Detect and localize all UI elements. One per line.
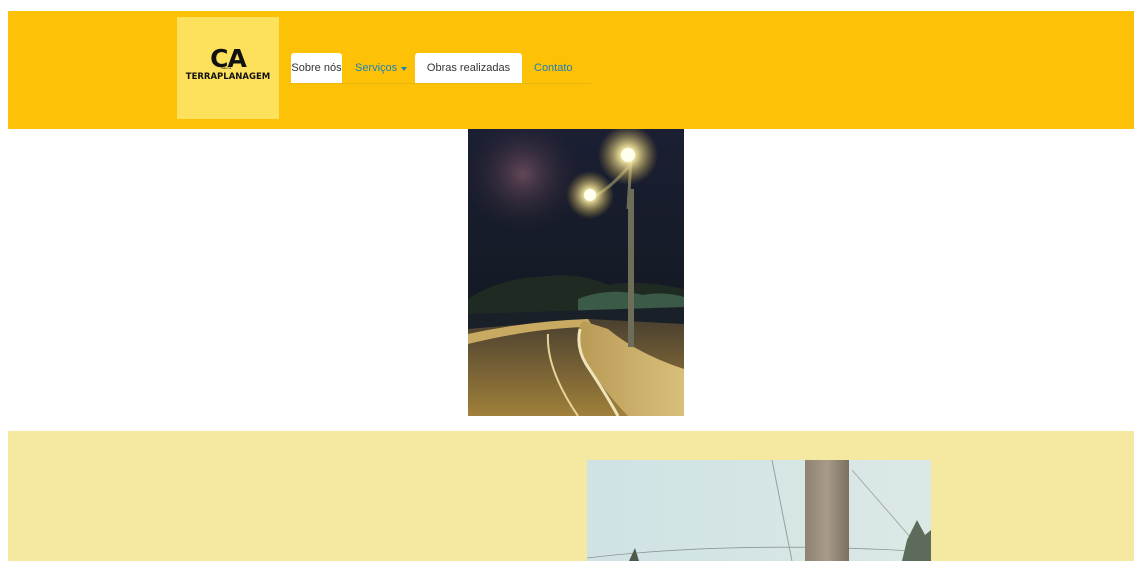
project-section <box>8 431 1134 561</box>
site-header: CA fraterna TERRAPLANAGEM Sobre nós Serv… <box>8 11 1134 129</box>
nav-item-contato[interactable]: Contato <box>525 53 591 83</box>
left-edge <box>0 0 8 561</box>
project-photo-night-road <box>468 129 684 416</box>
nav-item-label: Sobre nós <box>291 62 342 74</box>
logo-tagline: fraterna <box>221 66 232 70</box>
nav-item-servicos[interactable]: Serviços <box>345 53 415 83</box>
nav-item-obras-realizadas[interactable]: Obras realizadas <box>415 53 522 83</box>
nav-item-sobre-nos[interactable]: Sobre nós <box>291 53 342 83</box>
caret-down-icon <box>401 66 408 71</box>
nav-item-label: Serviços <box>355 62 398 74</box>
logo[interactable]: CA fraterna TERRAPLANAGEM <box>177 17 279 119</box>
page: CA fraterna TERRAPLANAGEM Sobre nós Serv… <box>0 0 1134 561</box>
logo-name: TERRAPLANAGEM <box>185 72 271 82</box>
project-photo-utility-pole <box>587 460 931 561</box>
nav-item-label: Obras realizadas <box>426 62 511 74</box>
nav-item-label: Contato <box>534 62 573 74</box>
main-nav: Sobre nós Serviços Obras realizadas Cont… <box>291 53 591 84</box>
